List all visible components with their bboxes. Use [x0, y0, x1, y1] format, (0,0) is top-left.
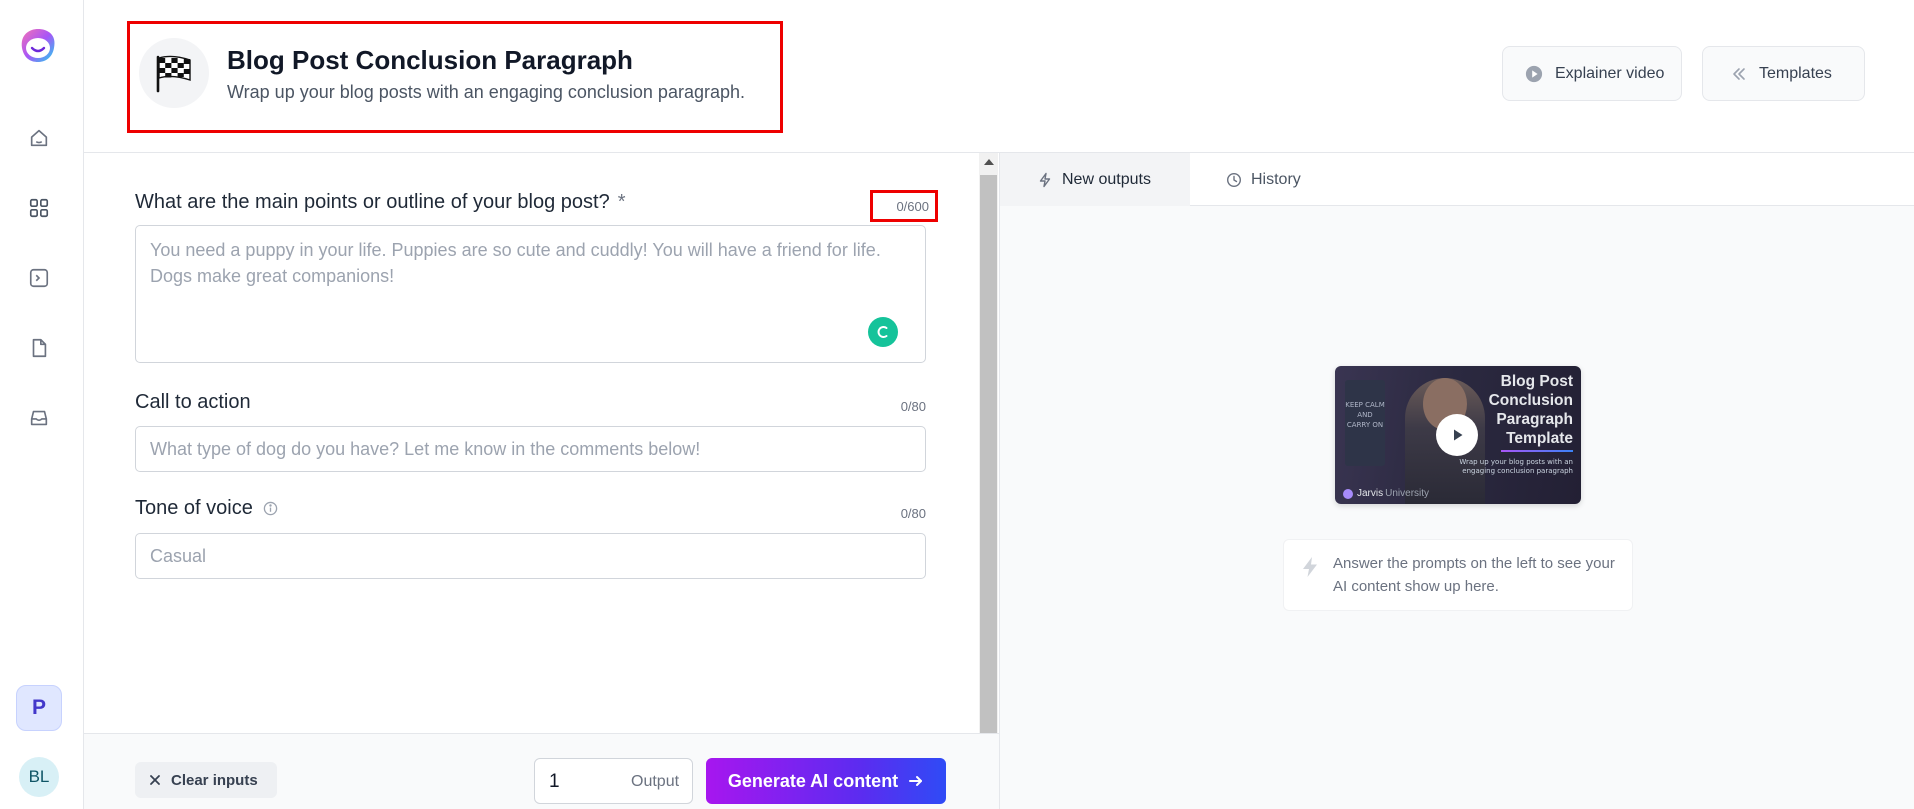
outline-field-label: What are the main points or outline of y… [135, 191, 626, 214]
generate-label: Generate AI content [727, 770, 899, 791]
video-title-underline [1501, 450, 1573, 452]
tone-label-text: Tone of voice [135, 497, 253, 519]
tab-history-label: History [1251, 170, 1301, 188]
clear-inputs-label: Clear inputs [171, 771, 258, 789]
cta-field-label: Call to action [135, 391, 251, 413]
generate-ai-content-button[interactable]: Generate AI content [706, 758, 946, 804]
clear-inputs-button[interactable]: Clear inputs [135, 762, 277, 798]
templates-label: Templates [1759, 64, 1832, 82]
grammarly-icon[interactable] [868, 317, 898, 347]
play-circle-icon [1525, 65, 1543, 82]
cta-char-count: 0/80 [900, 399, 926, 414]
required-mark: * [617, 191, 626, 213]
sidebar: P BL [0, 0, 84, 809]
document-icon[interactable] [26, 335, 52, 361]
tone-char-count: 0/80 [900, 506, 926, 521]
tab-history[interactable]: History [1226, 153, 1301, 206]
page-header: Blog Post Conclusion Paragraph Wrap up y… [84, 0, 1914, 153]
arrow-right-icon [909, 776, 923, 786]
output-count-box: Output [534, 758, 693, 804]
double-chevron-left-icon [1733, 67, 1745, 80]
output-label: Output [631, 773, 680, 790]
lightning-icon [1039, 172, 1051, 187]
lightning-icon [1303, 557, 1317, 577]
scroll-up-arrow-icon[interactable] [984, 159, 994, 165]
clock-icon [1226, 172, 1242, 187]
outputs-panel: New outputs History KEEP CALM AND CARRY … [999, 153, 1914, 809]
explainer-video-thumbnail[interactable]: KEEP CALM AND CARRY ON Blog Post Conclus… [1335, 366, 1581, 504]
explainer-video-label: Explainer video [1555, 64, 1665, 82]
form-scrollbar-thumb[interactable] [980, 175, 997, 733]
home-icon[interactable] [26, 125, 52, 151]
jarvis-logo-icon [1343, 488, 1353, 499]
video-title: Blog Post Conclusion Paragraph Template [1488, 373, 1573, 447]
output-count-input[interactable] [549, 768, 619, 796]
title-highlight-box [127, 21, 783, 133]
workspace-switcher[interactable]: P [16, 685, 62, 731]
form-footer: Clear inputs Output Generate AI content [84, 733, 999, 809]
video-subtitle: Wrap up your blog posts with an engaging… [1459, 458, 1573, 475]
video-brand: Jarvis University [1343, 488, 1429, 499]
jasper-logo-icon[interactable] [16, 26, 60, 66]
user-avatar[interactable]: BL [19, 757, 59, 797]
cta-input[interactable] [135, 426, 926, 472]
terminal-icon[interactable] [26, 265, 52, 291]
inbox-icon[interactable] [26, 405, 52, 431]
tone-field-label: Tone of voice [135, 497, 278, 520]
outline-textarea[interactable] [135, 225, 926, 363]
video-brand-name: Jarvis [1357, 488, 1384, 499]
explainer-video-button[interactable]: Explainer video [1502, 46, 1682, 101]
template-form: What are the main points or outline of y… [84, 153, 979, 733]
tab-new-outputs-label: New outputs [1062, 170, 1151, 188]
templates-button[interactable]: Templates [1702, 46, 1865, 101]
close-icon [150, 775, 160, 785]
tone-input[interactable] [135, 533, 926, 579]
video-sign-text: KEEP CALM AND CARRY ON [1345, 380, 1385, 466]
tab-new-outputs[interactable]: New outputs [1000, 153, 1190, 206]
empty-state-hint: Answer the prompts on the left to see yo… [1283, 539, 1633, 611]
outline-char-count: 0/600 [896, 199, 929, 214]
video-brand-suffix: University [1385, 488, 1430, 499]
outputs-tabs: New outputs History [1000, 153, 1914, 206]
empty-state-hint-text: Answer the prompts on the left to see yo… [1333, 555, 1615, 595]
apps-grid-icon[interactable] [26, 195, 52, 221]
info-icon[interactable] [263, 501, 278, 516]
outline-label-text: What are the main points or outline of y… [135, 191, 610, 213]
play-button-icon[interactable] [1436, 414, 1478, 456]
